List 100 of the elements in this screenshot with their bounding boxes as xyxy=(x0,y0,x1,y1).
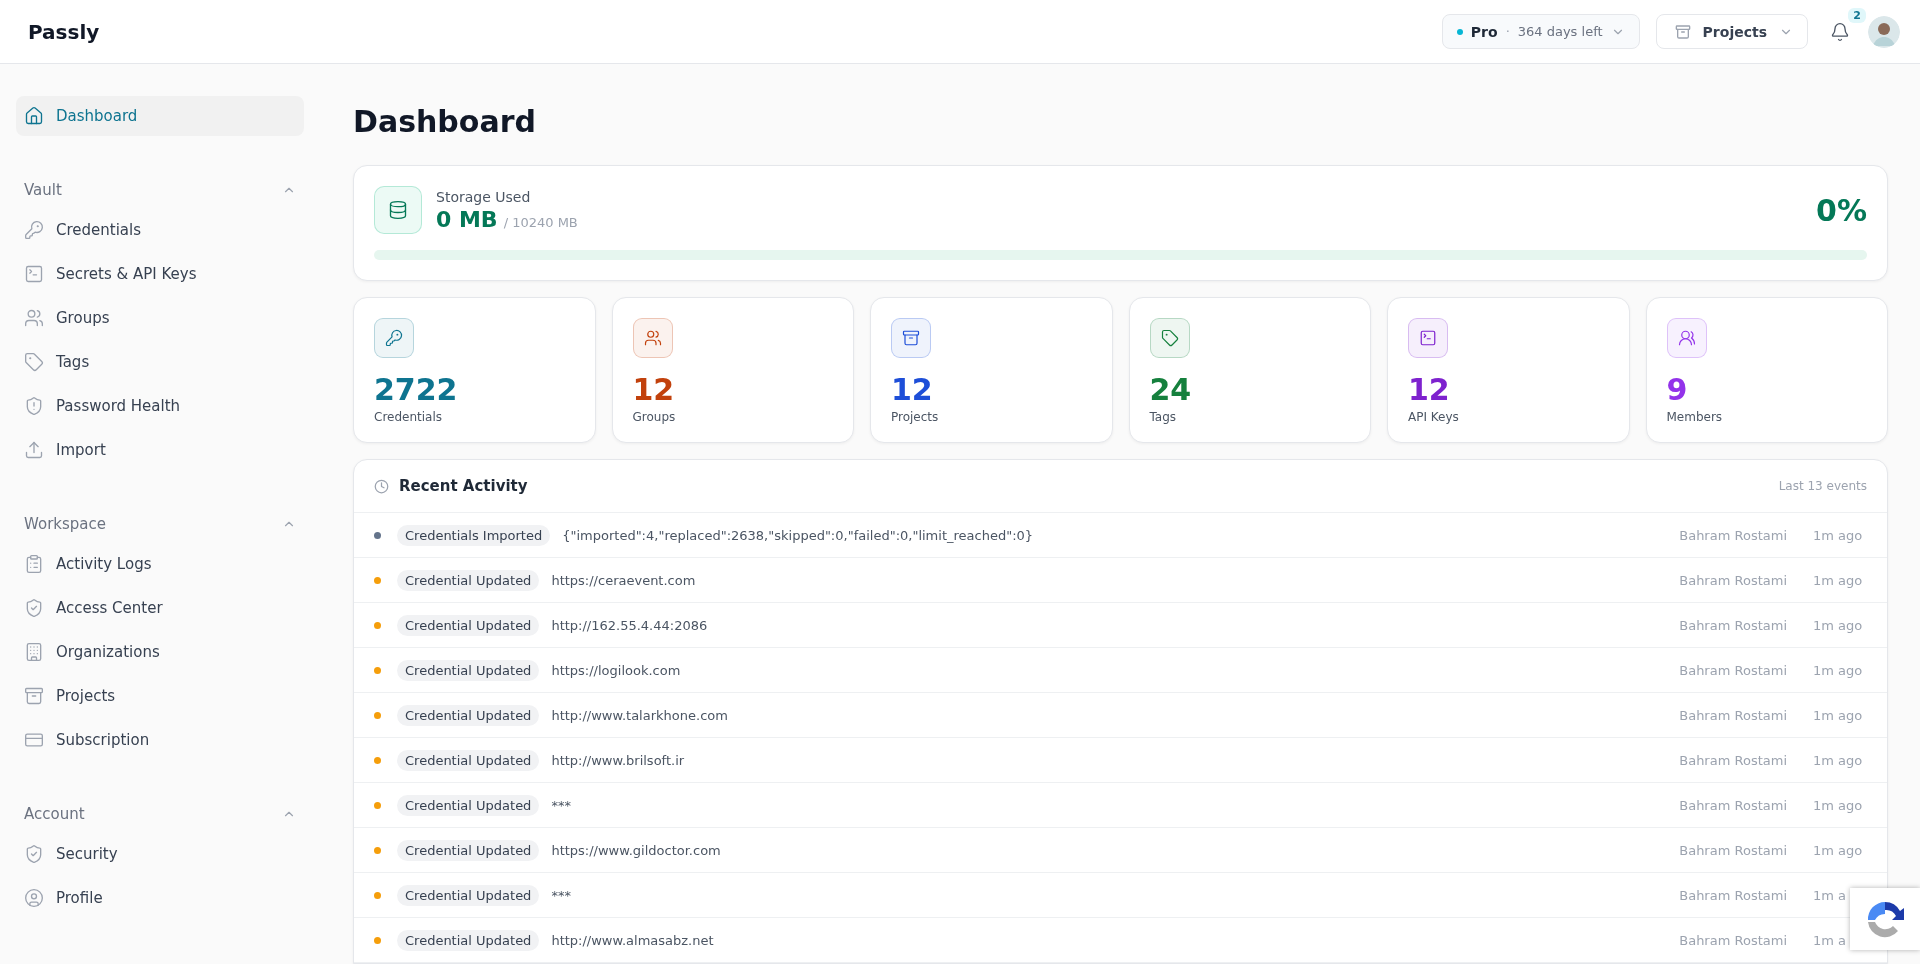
sidebar-item[interactable]: Security xyxy=(16,834,304,874)
users-icon xyxy=(24,308,44,328)
event-time: 1m ago xyxy=(1813,617,1864,633)
stat-value: 12 xyxy=(891,372,934,408)
event-user: Bahram Rostami xyxy=(1679,572,1787,588)
sidebar-section-header[interactable]: Vault xyxy=(16,170,304,210)
user-circle-icon xyxy=(24,888,44,908)
sidebar-item[interactable]: Import xyxy=(16,430,304,470)
event-detail: *** xyxy=(551,887,572,903)
event-type-tag: Credential Updated xyxy=(397,884,540,906)
projects-dropdown[interactable]: Projects xyxy=(1655,14,1808,49)
event-detail: http://162.55.4.44:2086 xyxy=(551,617,709,633)
sidebar-item[interactable]: Secrets & API Keys xyxy=(16,254,304,294)
event-time: 1m ago xyxy=(1813,527,1864,543)
key-icon xyxy=(24,220,44,240)
plan-selector[interactable]: Pro · 364 days left xyxy=(1441,14,1640,49)
page-title: Dashboard xyxy=(353,104,537,139)
app-logo[interactable]: Passly xyxy=(28,19,1442,44)
event-user: Bahram Rostami xyxy=(1679,842,1787,858)
terminal-icon xyxy=(24,264,44,284)
captcha-badge[interactable] xyxy=(1850,888,1920,950)
event-detail: {"imported":4,"replaced":2638,"skipped":0,"failed":0,"limit_reached":0} xyxy=(562,527,1035,543)
event-user: Bahram Rostami xyxy=(1679,797,1787,813)
event-time: 1m ago xyxy=(1813,707,1864,723)
event-type-tag: Credential Updated xyxy=(397,704,540,726)
box-icon xyxy=(24,686,44,706)
box-icon xyxy=(1674,23,1691,40)
event-detail: http://www.almasabz.net xyxy=(551,932,715,948)
tag-icon xyxy=(1160,329,1179,347)
sidebar-item[interactable]: Organizations xyxy=(16,632,304,672)
sidebar-item[interactable]: Projects xyxy=(16,676,304,716)
sidebar-item[interactable]: Tags xyxy=(16,342,304,382)
stat-label: Projects xyxy=(891,410,940,424)
stat-value: 2722 xyxy=(374,372,459,408)
clipboard-icon xyxy=(24,554,44,574)
event-type-tag: Credential Updated xyxy=(397,659,540,681)
event-type-tag: Credentials Imported xyxy=(397,524,551,546)
user-avatar[interactable] xyxy=(1868,15,1900,48)
event-detail: *** xyxy=(551,797,572,813)
activity-title: Recent Activity xyxy=(399,477,529,495)
event-user: Bahram Rostami xyxy=(1679,707,1787,723)
event-time: 1m a xyxy=(1813,932,1848,948)
stat-value: 24 xyxy=(1149,372,1193,408)
event-user: Bahram Rostami xyxy=(1679,887,1787,903)
stat-label: Groups xyxy=(632,410,677,424)
tag-icon xyxy=(24,352,44,372)
building-icon xyxy=(24,642,44,662)
event-time: 1m ago xyxy=(1813,572,1864,588)
event-time: 1m ago xyxy=(1813,752,1864,768)
storage-percent: 0% xyxy=(1816,192,1867,228)
storage-used: 0 MB xyxy=(436,206,498,232)
shield-check-icon xyxy=(24,598,44,618)
event-time: 1m ago xyxy=(1813,662,1864,678)
home-icon xyxy=(24,106,44,126)
shield-alert-icon xyxy=(24,396,44,416)
notification-count: 2 xyxy=(1848,7,1866,23)
stat-label: Tags xyxy=(1149,410,1178,424)
event-detail: https://ceraevent.com xyxy=(551,572,697,588)
event-detail: http://www.talarkhone.com xyxy=(551,707,729,723)
activity-summary: Last 13 events xyxy=(1778,479,1867,493)
event-detail: https://www.gildoctor.com xyxy=(551,842,722,858)
event-time: 1m ago xyxy=(1813,842,1864,858)
sidebar-item[interactable]: Groups xyxy=(16,298,304,338)
event-type-tag: Credential Updated xyxy=(397,839,540,861)
sidebar-item[interactable]: Dashboard xyxy=(16,96,304,136)
event-time: 1m a xyxy=(1813,887,1848,903)
storage-total: / 10240 MB xyxy=(503,214,578,230)
terminal-icon xyxy=(1419,329,1437,347)
event-type-tag: Credential Updated xyxy=(397,929,540,951)
stat-value: 12 xyxy=(632,372,676,408)
event-type-tag: Credential Updated xyxy=(397,569,540,591)
shield-check-icon xyxy=(24,844,44,864)
sidebar-section-header[interactable]: Workspace xyxy=(16,504,304,544)
event-detail: https://logilook.com xyxy=(551,662,682,678)
sidebar-item[interactable]: Activity Logs xyxy=(16,544,304,584)
stat-label: API Keys xyxy=(1408,410,1460,424)
event-type-tag: Credential Updated xyxy=(397,794,540,816)
database-icon xyxy=(374,186,422,234)
box-icon xyxy=(902,329,920,347)
sidebar-item[interactable]: Profile xyxy=(16,878,304,918)
users-icon xyxy=(1677,329,1696,347)
event-type-tag: Credential Updated xyxy=(397,614,540,636)
sidebar-section-header[interactable]: Account xyxy=(16,794,304,834)
sidebar-item[interactable]: Subscription xyxy=(16,720,304,760)
event-time: 1m ago xyxy=(1813,797,1864,813)
users-icon xyxy=(643,329,662,347)
event-detail: http://www.brilsoft.ir xyxy=(551,752,686,768)
clock-icon xyxy=(374,478,389,494)
storage-label: Storage Used xyxy=(436,188,532,205)
stat-value: 12 xyxy=(1408,372,1451,408)
stat-label: Credentials xyxy=(374,410,443,424)
event-user: Bahram Rostami xyxy=(1679,932,1787,948)
sidebar-item[interactable]: Credentials xyxy=(16,210,304,250)
event-user: Bahram Rostami xyxy=(1679,617,1787,633)
event-user: Bahram Rostami xyxy=(1679,527,1787,543)
upload-icon xyxy=(24,440,44,460)
sidebar-item[interactable]: Access Center xyxy=(16,588,304,628)
sidebar-item[interactable]: Password Health xyxy=(16,386,304,426)
key-icon xyxy=(385,329,403,347)
stat-value: 9 xyxy=(1666,372,1689,408)
